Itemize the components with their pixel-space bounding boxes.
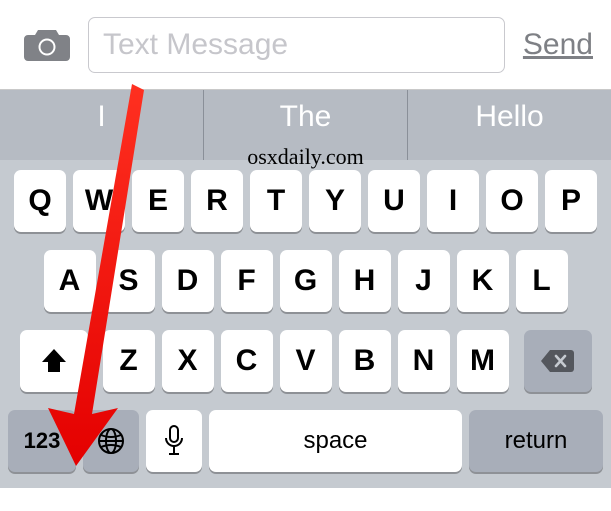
key-y[interactable]: Y [309,170,361,232]
key-t[interactable]: T [250,170,302,232]
key-b[interactable]: B [339,330,391,392]
key-z[interactable]: Z [103,330,155,392]
globe-icon [96,426,126,456]
suggestion-2[interactable]: Hello [408,90,611,160]
shift-key[interactable] [20,330,88,392]
key-x[interactable]: X [162,330,214,392]
key-f[interactable]: F [221,250,273,312]
key-g[interactable]: G [280,250,332,312]
key-e[interactable]: E [132,170,184,232]
key-q[interactable]: Q [14,170,66,232]
key-row-1: Q W E R T Y U I O P [8,170,603,232]
backspace-icon [540,348,576,374]
keyboard: Q W E R T Y U I O P A S D F G H J K L [0,160,611,488]
key-k[interactable]: K [457,250,509,312]
shift-icon [39,346,69,376]
key-w[interactable]: W [73,170,125,232]
key-v[interactable]: V [280,330,332,392]
messages-keyboard-screen: Send I The Hello Q W E R T Y U I O P A S… [0,0,611,511]
key-c[interactable]: C [221,330,273,392]
key-row-bottom: 123 space return [8,410,603,472]
camera-button[interactable] [18,27,76,63]
key-n[interactable]: N [398,330,450,392]
message-input-wrap [88,17,505,73]
key-i[interactable]: I [427,170,479,232]
key-l[interactable]: L [516,250,568,312]
camera-icon [24,27,70,63]
key-a[interactable]: A [44,250,96,312]
return-key[interactable]: return [469,410,603,472]
numeric-key[interactable]: 123 [8,410,76,472]
microphone-icon [162,424,186,458]
key-row-3: Z X C V B N M [8,330,603,392]
key-s[interactable]: S [103,250,155,312]
key-m[interactable]: M [457,330,509,392]
send-button[interactable]: Send [517,28,599,62]
key-d[interactable]: D [162,250,214,312]
globe-key[interactable] [83,410,139,472]
key-row-2: A S D F G H J K L [8,250,603,312]
delete-key[interactable] [524,330,592,392]
suggestion-1[interactable]: The [204,90,408,160]
compose-bar: Send [0,0,611,90]
key-u[interactable]: U [368,170,420,232]
key-o[interactable]: O [486,170,538,232]
space-key[interactable]: space [209,410,462,472]
key-p[interactable]: P [545,170,597,232]
message-input[interactable] [88,17,505,73]
key-r[interactable]: R [191,170,243,232]
key-j[interactable]: J [398,250,450,312]
key-h[interactable]: H [339,250,391,312]
suggestion-0[interactable]: I [0,90,204,160]
quicktype-suggestions: I The Hello [0,90,611,160]
dictation-key[interactable] [146,410,202,472]
